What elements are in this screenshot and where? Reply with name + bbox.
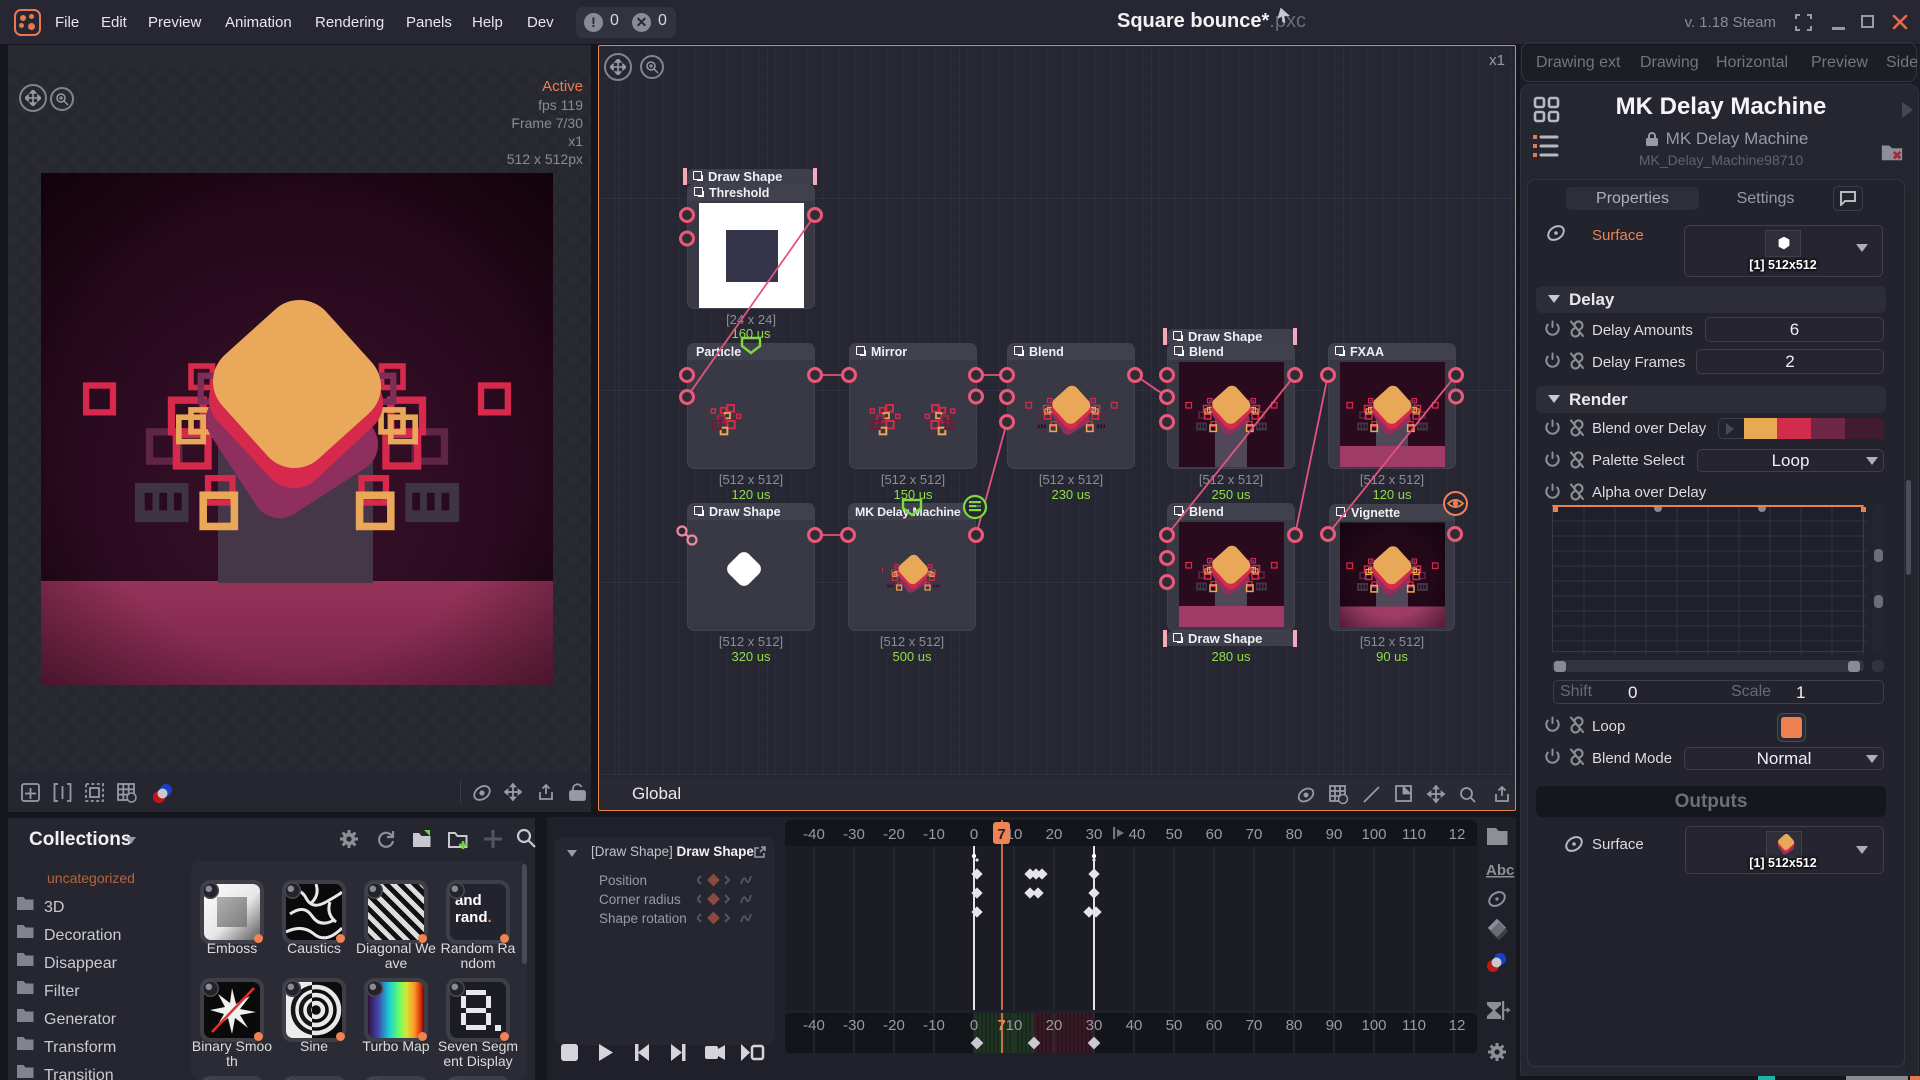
svg-text:0: 0 (970, 1017, 978, 1034)
svg-text:20: 20 (1046, 826, 1063, 843)
svg-text:80: 80 (1286, 826, 1303, 843)
svg-text:100: 100 (1361, 1017, 1386, 1034)
svg-text:Abc: Abc (1486, 862, 1514, 879)
svg-text:-10: -10 (923, 1017, 945, 1034)
svg-text:-20: -20 (883, 826, 905, 843)
svg-text:40: 40 (1126, 1017, 1143, 1034)
svg-text:-40: -40 (803, 1017, 825, 1034)
svg-text:110: 110 (1402, 826, 1426, 843)
svg-text:90: 90 (1326, 1017, 1343, 1034)
svg-text:30: 30 (1086, 826, 1103, 843)
svg-text:60: 60 (1206, 1017, 1223, 1034)
svg-text:-30: -30 (843, 826, 865, 843)
svg-text:7: 7 (997, 1017, 1005, 1034)
svg-text:90: 90 (1326, 826, 1343, 843)
svg-text:30: 30 (1086, 1017, 1103, 1034)
svg-text:80: 80 (1286, 1017, 1303, 1034)
svg-text:-30: -30 (843, 1017, 865, 1034)
svg-text:60: 60 (1206, 826, 1223, 843)
svg-text:70: 70 (1246, 826, 1263, 843)
svg-text:-10: -10 (923, 826, 945, 843)
svg-text:50: 50 (1166, 826, 1183, 843)
svg-text:12: 12 (1449, 1017, 1466, 1034)
svg-text:70: 70 (1246, 1017, 1263, 1034)
svg-text:0: 0 (970, 826, 978, 843)
svg-text:50: 50 (1166, 1017, 1183, 1034)
svg-text:40: 40 (1129, 826, 1146, 843)
svg-text:-40: -40 (803, 826, 825, 843)
svg-text:100: 100 (1361, 826, 1386, 843)
svg-text:110: 110 (1402, 1017, 1426, 1034)
svg-text:12: 12 (1449, 826, 1466, 843)
svg-text:20: 20 (1046, 1017, 1063, 1034)
svg-text:10: 10 (1006, 1017, 1023, 1034)
svg-text:-20: -20 (883, 1017, 905, 1034)
svg-text:7: 7 (997, 826, 1005, 843)
